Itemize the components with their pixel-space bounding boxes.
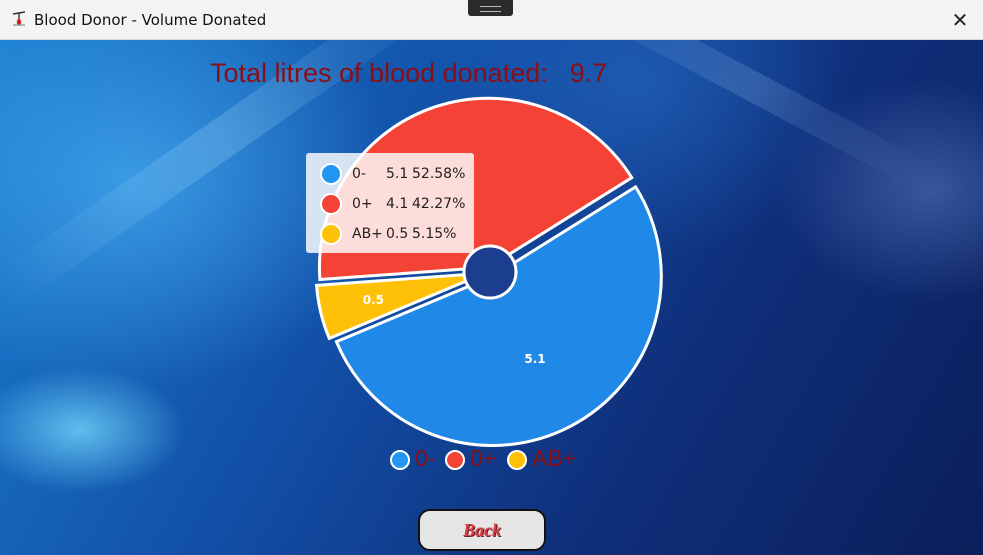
title-bar: Blood Donor - Volume Donated ✕ — [0, 0, 983, 40]
legend-swatch — [390, 450, 410, 470]
legend-label: AB+ — [532, 445, 577, 471]
legend-swatch — [445, 450, 465, 470]
slice-value-label: 5.1 — [524, 352, 545, 366]
blood-drop-icon — [12, 11, 26, 26]
legend-label: 0+ — [470, 445, 497, 471]
legend-swatch — [507, 450, 527, 470]
total-label: Total litres of blood donated: — [210, 58, 548, 88]
series-swatch — [320, 223, 342, 245]
total-donated-heading: Total litres of blood donated: 9.7 — [210, 58, 607, 89]
legend-label: 0- — [415, 445, 436, 471]
series-swatch — [320, 163, 342, 185]
content-area: Total litres of blood donated: 9.7 5.1 0.5… — [0, 40, 983, 555]
drag-handle-icon[interactable] — [468, 0, 513, 16]
back-button-label: Back — [463, 519, 501, 540]
tooltip-value: 4.1 — [386, 196, 409, 212]
pie-center-hole — [462, 244, 518, 300]
tooltip-category: 0- — [352, 166, 366, 182]
total-value: 9.7 — [569, 58, 608, 88]
tooltip-percent: 52.58% — [412, 166, 466, 182]
tooltip-percent: 5.15% — [412, 226, 457, 242]
close-button[interactable]: ✕ — [937, 0, 983, 39]
series-swatch — [320, 193, 342, 215]
tooltip-value: 5.1 — [386, 166, 409, 182]
tooltip-category: AB+ — [352, 226, 383, 242]
slice-value-label: 0.5 — [363, 293, 384, 307]
chart-tooltip: 0- 5.1 52.58% 0+ 4.1 42.27% AB+ 0.5 5.15… — [306, 153, 474, 253]
tooltip-percent: 42.27% — [412, 196, 466, 212]
tooltip-value: 0.5 — [386, 226, 409, 242]
window-title: Blood Donor - Volume Donated — [34, 11, 267, 29]
back-button[interactable]: Back — [418, 509, 546, 551]
tooltip-category: 0+ — [352, 196, 373, 212]
